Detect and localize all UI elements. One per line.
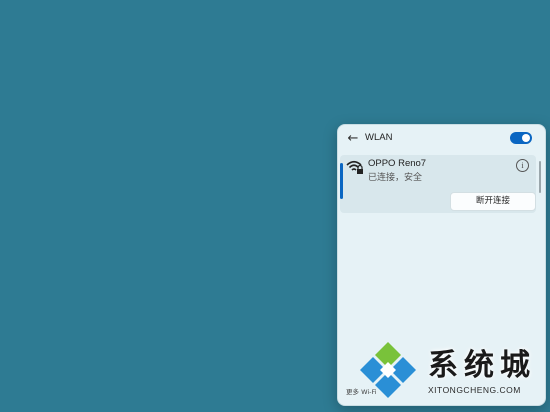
back-arrow-icon[interactable]: ←: [345, 131, 361, 147]
disconnect-button[interactable]: 断开连接: [450, 192, 536, 211]
info-icon[interactable]: i: [516, 159, 529, 172]
flyout-title: WLAN: [365, 132, 393, 143]
network-status: 已连接，安全: [368, 173, 423, 183]
scrollbar[interactable]: [539, 161, 541, 193]
wifi-lock-icon: [346, 160, 363, 174]
network-item-oppo[interactable]: OPPO Reno7 已连接，安全 i 断开连接: [340, 155, 536, 213]
flyout-header: ← WLAN: [338, 125, 545, 153]
wifi-toggle[interactable]: [510, 132, 532, 144]
diamond-logo-icon: [360, 342, 416, 398]
watermark-logo: 系统城 XITONGCHENG.COM: [358, 332, 548, 410]
watermark-text-en: XITONGCHENG.COM: [428, 385, 521, 395]
toggle-knob: [522, 134, 530, 142]
selection-indicator: [340, 163, 343, 199]
network-name: OPPO Reno7: [368, 158, 427, 169]
watermark-text-cn: 系统城: [428, 348, 536, 383]
